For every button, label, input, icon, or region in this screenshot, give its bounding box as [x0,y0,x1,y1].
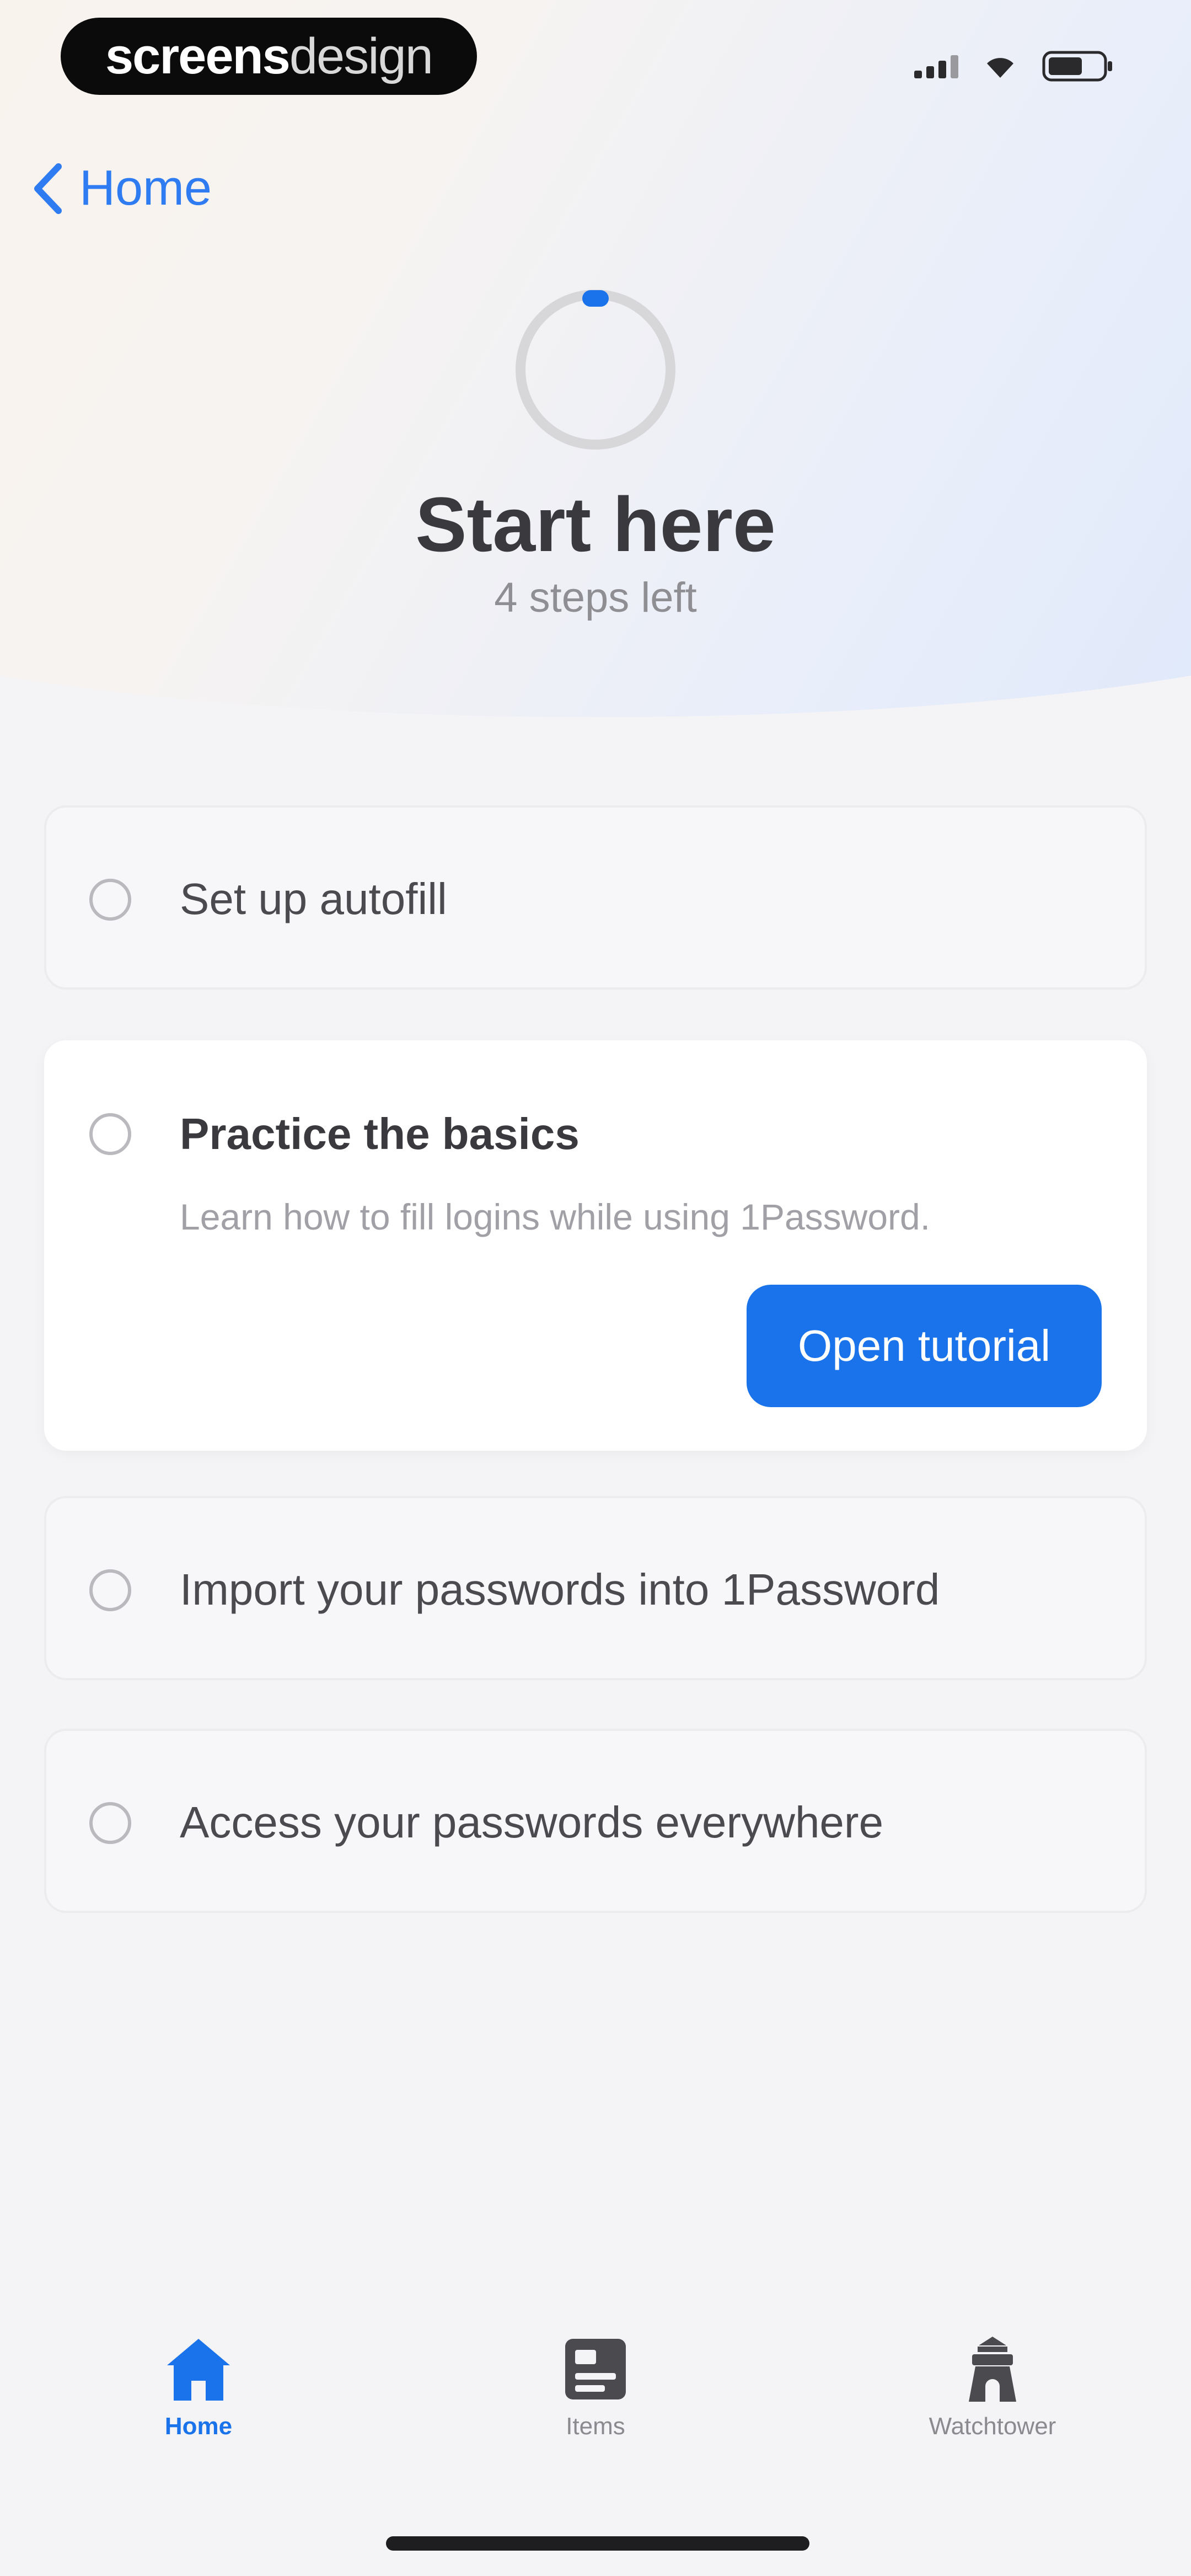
items-icon [565,2339,626,2399]
progress-indicator-dot [582,290,609,307]
step-checkbox[interactable] [89,1569,131,1611]
chevron-left-icon [34,163,62,214]
step-description: Learn how to fill logins while using 1Pa… [180,1196,931,1237]
steps-remaining-label: 4 steps left [494,574,697,621]
brand-text-bold: screens [105,28,291,84]
step-label: Set up autofill [180,874,447,923]
tab-home[interactable]: Home [61,2333,336,2440]
brand-text-light: design [289,28,433,84]
step-checkbox[interactable] [89,1802,131,1844]
status-bar: screens design [0,0,1191,110]
step-card-set-up-autofill[interactable]: Set up autofill [44,805,1147,990]
tab-label: Watchtower [929,2413,1056,2440]
tab-items[interactable]: Items [458,2333,733,2440]
step-checkbox[interactable] [89,1113,131,1155]
screen: screens design Home Start here 4 steps l… [0,0,1191,2576]
step-label: Practice the basics [180,1109,580,1158]
cellular-signal-icon [914,54,958,78]
step-card-practice-the-basics: Practice the basics Learn how to fill lo… [44,1040,1147,1451]
status-icons [914,51,1114,82]
step-checkbox[interactable] [89,879,131,921]
tab-label: Items [566,2413,625,2440]
tab-bar: Home Items Watchtower [0,2333,1191,2499]
watchtower-icon [969,2337,1016,2402]
wifi-icon [984,54,1017,79]
tab-label: Home [164,2413,233,2440]
back-button[interactable]: Home [33,160,212,217]
step-label: Access your passwords everywhere [180,1798,884,1847]
tab-watchtower[interactable]: Watchtower [855,2333,1130,2440]
step-label: Import your passwords into 1Password [180,1565,940,1614]
step-card-import-passwords[interactable]: Import your passwords into 1Password [44,1496,1147,1680]
brand-logo-pill: screens design [61,18,477,95]
progress-ring [516,290,675,450]
back-button-label: Home [79,161,212,216]
home-indicator[interactable] [386,2536,809,2551]
open-tutorial-button[interactable]: Open tutorial [747,1285,1102,1407]
house-icon [167,2339,230,2401]
battery-icon [1042,51,1114,82]
step-card-access-passwords[interactable]: Access your passwords everywhere [44,1729,1147,1913]
page-title: Start here [415,481,776,568]
